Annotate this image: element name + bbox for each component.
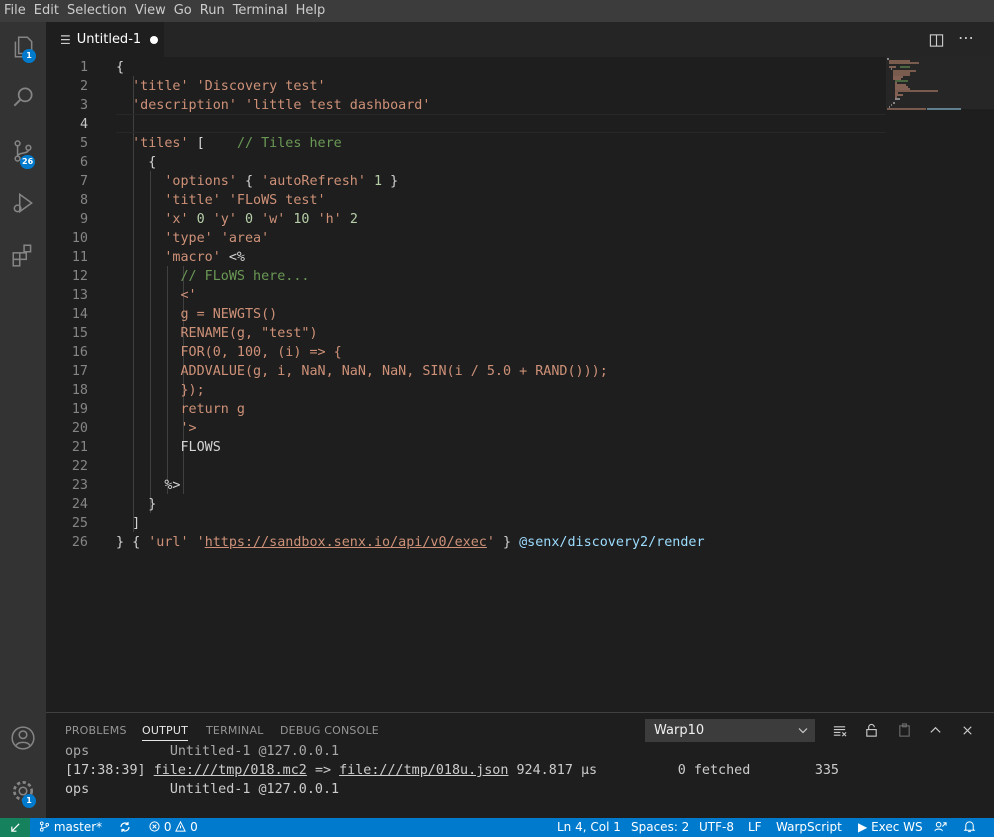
sync-icon[interactable] bbox=[119, 818, 131, 837]
menu-view[interactable]: View bbox=[131, 0, 170, 22]
code-line: 14 g = NEWGTS() bbox=[71, 307, 278, 322]
code-line: 13 <' bbox=[71, 288, 197, 303]
code-line: 19 return g bbox=[71, 402, 245, 417]
activity-accounts[interactable] bbox=[0, 715, 46, 761]
code-line: 25 ] bbox=[71, 516, 141, 531]
code-line: 15 RENAME(g, "test") bbox=[71, 326, 318, 341]
output-line: ops Untitled-1 @127.0.0.1 bbox=[65, 744, 340, 759]
menu-go[interactable]: Go bbox=[170, 0, 196, 22]
code-line: 18 }); bbox=[71, 383, 205, 398]
branch-indicator[interactable]: master* bbox=[39, 818, 102, 837]
code-line: 9 'x' 0 'y' 0 'w' 10 'h' 2 bbox=[79, 212, 358, 227]
code-line: 5 'tiles' [ // Tiles here bbox=[79, 136, 342, 151]
code-line: 11 'macro' <% bbox=[71, 250, 245, 265]
warning-icon bbox=[175, 820, 187, 832]
minimap[interactable] bbox=[886, 57, 994, 712]
scm-badge: 26 bbox=[20, 155, 36, 169]
tab-output[interactable]: OUTPUT bbox=[142, 713, 189, 741]
code-line: 7 'options' { 'autoRefresh' 1 } bbox=[79, 174, 399, 189]
code-line: 20 '> bbox=[71, 421, 197, 436]
chevron-down-icon bbox=[798, 720, 808, 749]
search-icon bbox=[13, 87, 33, 107]
split-editor-icon[interactable] bbox=[927, 31, 945, 49]
code-line: 6 { bbox=[79, 155, 157, 170]
code-line: 22 bbox=[71, 459, 88, 474]
code-line: 17 ADDVALUE(g, i, NaN, NaN, NaN, SIN(i /… bbox=[71, 364, 608, 379]
file-lines-icon: ☰ bbox=[60, 32, 71, 47]
code-line: 23 %> bbox=[71, 478, 181, 493]
code-line: 3 'description' 'little test dashboard' bbox=[79, 98, 431, 113]
unsaved-dot-icon[interactable] bbox=[150, 35, 159, 44]
error-count: 0 bbox=[163, 820, 172, 834]
bottom-panel: PROBLEMS OUTPUT TERMINAL DEBUG CONSOLE W… bbox=[46, 712, 994, 818]
code-editor[interactable]: 1{ 2 'title' 'Discovery test' 3 'descrip… bbox=[46, 57, 994, 712]
play-icon: ▶ bbox=[858, 820, 868, 834]
encoding[interactable]: UTF-8 bbox=[699, 818, 734, 837]
code-line: 12 // FLoWS here... bbox=[71, 269, 310, 284]
menu-help[interactable]: Help bbox=[292, 0, 330, 22]
code-line: 2 'title' 'Discovery test' bbox=[79, 79, 326, 94]
activity-bar: 1 26 1 bbox=[0, 22, 46, 818]
close-panel-icon[interactable] bbox=[958, 721, 976, 739]
output-line: ops Untitled-1 @127.0.0.1 bbox=[65, 782, 340, 797]
tab-untitled-1[interactable]: ☰ Untitled-1 bbox=[46, 22, 164, 57]
code-line: 16 FOR(0, 100, (i) => { bbox=[71, 345, 342, 360]
branch-icon bbox=[39, 821, 50, 832]
remote-icon bbox=[10, 823, 20, 832]
indentation[interactable]: Spaces: 2 bbox=[631, 818, 689, 837]
menu-edit[interactable]: Edit bbox=[30, 0, 63, 22]
status-bar: master* 0 0 Ln 4, Col 1 Spaces: 2 UTF-8 … bbox=[0, 818, 994, 837]
maximize-panel-icon[interactable] bbox=[926, 721, 944, 739]
activity-explorer[interactable]: 1 bbox=[0, 24, 46, 70]
error-icon bbox=[149, 821, 160, 832]
code-line: 8 'title' 'FLoWS test' bbox=[79, 193, 326, 208]
editor-tab-bar: ☰ Untitled-1 ⋯ bbox=[46, 22, 994, 57]
url-link[interactable]: https://sandbox.senx.io/api/v0/exec bbox=[205, 535, 487, 550]
more-actions-icon[interactable]: ⋯ bbox=[957, 28, 975, 47]
file-link[interactable]: file:///tmp/018u.json bbox=[339, 763, 508, 778]
menu-terminal[interactable]: Terminal bbox=[229, 0, 292, 22]
open-log-icon[interactable] bbox=[895, 721, 913, 739]
settings-badge: 1 bbox=[22, 794, 36, 808]
file-link[interactable]: file:///tmp/018.mc2 bbox=[154, 763, 307, 778]
live-share-icon[interactable] bbox=[934, 818, 947, 837]
run-debug-icon bbox=[13, 192, 33, 214]
activity-search[interactable] bbox=[0, 74, 46, 120]
code-line: 24 } bbox=[71, 497, 157, 512]
warning-count: 0 bbox=[190, 820, 198, 834]
menu-bar: File Edit Selection View Go Run Terminal… bbox=[0, 0, 994, 22]
language-mode[interactable]: WarpScript bbox=[776, 818, 842, 837]
branch-name: master* bbox=[53, 820, 103, 834]
problems-indicator[interactable]: 0 0 bbox=[149, 818, 198, 837]
exec-label: Exec WS bbox=[871, 820, 923, 834]
code-line: 1{ bbox=[79, 60, 125, 75]
remote-indicator[interactable] bbox=[0, 818, 30, 837]
code-line: 26} { 'url' 'https://sandbox.senx.io/api… bbox=[71, 535, 705, 550]
notifications-bell-icon[interactable] bbox=[963, 818, 976, 837]
code-line: 10 'type' 'area' bbox=[71, 231, 270, 246]
output-channel-select[interactable]: Warp10 bbox=[645, 719, 815, 742]
output-line: [17:38:39] file:///tmp/018.mc2 => file:/… bbox=[65, 763, 839, 778]
activity-run-debug[interactable] bbox=[0, 180, 46, 226]
tab-label: Untitled-1 bbox=[76, 32, 142, 47]
exec-ws-button[interactable]: ▶ Exec WS bbox=[858, 818, 923, 837]
activity-source-control[interactable]: 26 bbox=[0, 128, 46, 174]
extensions-icon bbox=[12, 244, 32, 267]
account-icon bbox=[11, 726, 35, 750]
code-line: 4 bbox=[79, 117, 88, 132]
activity-extensions[interactable] bbox=[0, 232, 46, 278]
lock-scroll-icon[interactable] bbox=[862, 721, 880, 739]
code-line: 21 FLOWS bbox=[71, 440, 221, 455]
channel-value: Warp10 bbox=[654, 723, 705, 738]
clear-output-icon[interactable] bbox=[830, 721, 848, 739]
line-ending[interactable]: LF bbox=[748, 818, 762, 837]
cursor-position[interactable]: Ln 4, Col 1 bbox=[557, 818, 621, 837]
activity-settings[interactable]: 1 bbox=[0, 768, 46, 814]
menu-file[interactable]: File bbox=[0, 0, 30, 22]
menu-selection[interactable]: Selection bbox=[63, 0, 131, 22]
menu-run[interactable]: Run bbox=[196, 0, 229, 22]
explorer-badge: 1 bbox=[22, 49, 36, 63]
